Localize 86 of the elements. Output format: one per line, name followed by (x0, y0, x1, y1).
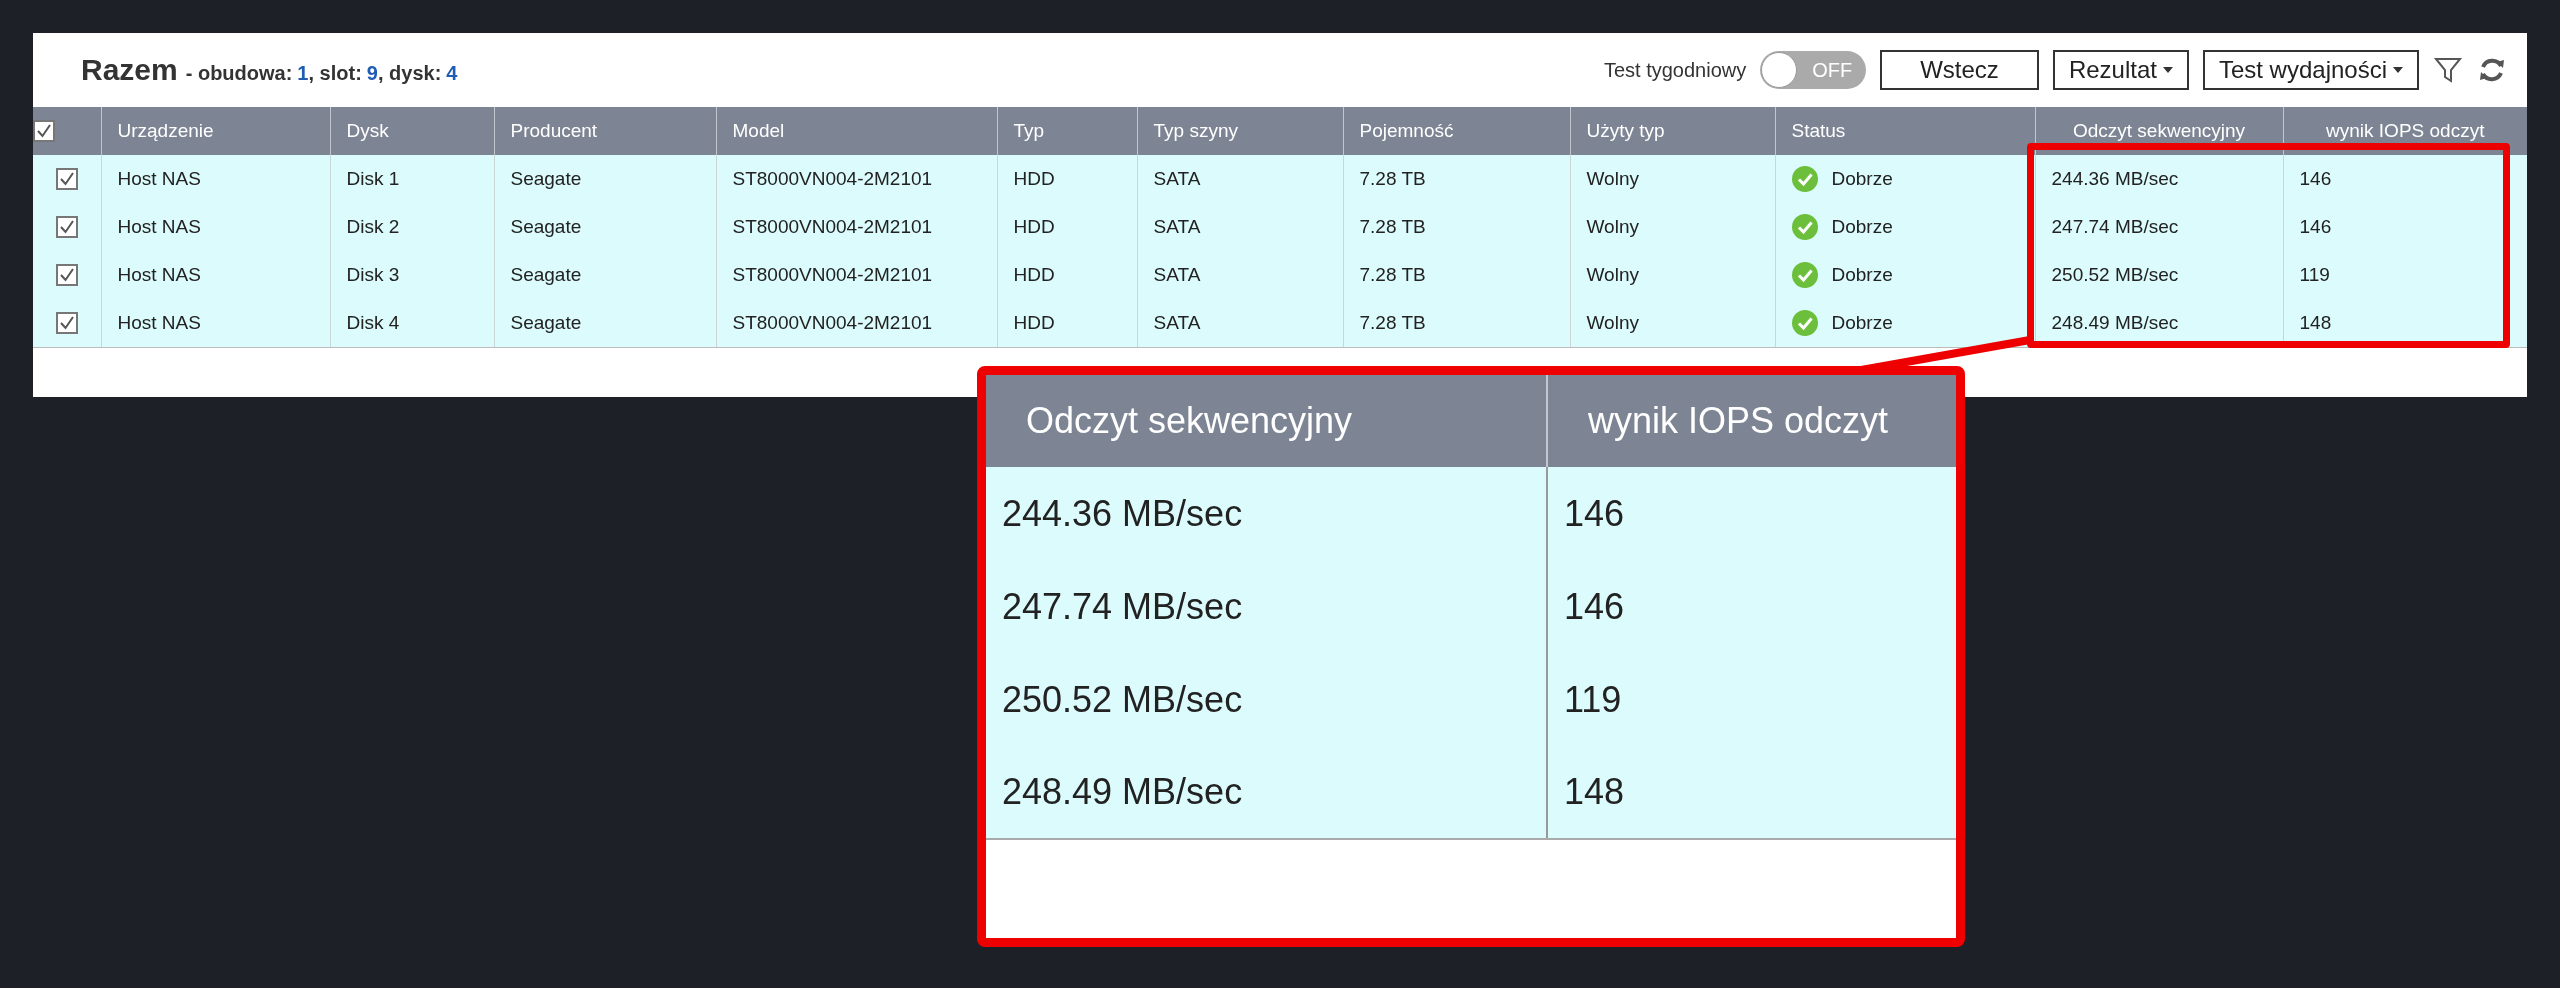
table-cell: Seagate (494, 155, 716, 203)
table-cell: Seagate (494, 251, 716, 299)
table-cell: 7.28 TB (1343, 251, 1570, 299)
table-cell: 247.74 MB/sec (2035, 203, 2283, 251)
table-cell: Disk 1 (330, 155, 494, 203)
status-text: Dobrze (1831, 168, 1893, 190)
table-cell: 250.52 MB/sec (2035, 251, 2283, 299)
table-cell: Wolny (1570, 299, 1775, 347)
table-cell: ST8000VN004-2M2101 (716, 155, 997, 203)
table-cell: 7.28 TB (1343, 299, 1570, 347)
table-cell: SATA (1137, 251, 1343, 299)
table-cell: ST8000VN004-2M2101 (716, 251, 997, 299)
table-cell: Seagate (494, 203, 716, 251)
column-header[interactable]: Typ szyny (1137, 107, 1343, 155)
column-header[interactable]: Status (1775, 107, 2035, 155)
caret-icon (2162, 67, 2173, 73)
table-cell: SATA (1137, 155, 1343, 203)
table-cell: 250.52 MB/sec (986, 653, 1547, 746)
table-cell: 7.28 TB (1343, 203, 1570, 251)
summary-label: - obudowa: (185, 62, 293, 85)
table-cell: Disk 2 (330, 203, 494, 251)
table-cell: Wolny (1570, 155, 1775, 203)
table-cell: Wolny (1570, 251, 1775, 299)
table-cell: SATA (1137, 203, 1343, 251)
table-cell: 119 (2283, 251, 2527, 299)
table-cell: HDD (997, 203, 1137, 251)
column-header[interactable]: Producent (494, 107, 716, 155)
summary-value: 4 (446, 62, 458, 85)
table-cell: 247.74 MB/sec (986, 560, 1547, 653)
toggle-label: Test tygodniowy (1603, 58, 1747, 82)
column-header: Odczyt sekwencyjny (986, 375, 1547, 467)
toggle-switch[interactable]: OFF (1760, 51, 1867, 89)
check-circle-icon (1791, 262, 1818, 288)
column-header[interactable]: Typ (997, 107, 1137, 155)
table-cell: 146 (2283, 155, 2527, 203)
check-icon (35, 122, 53, 141)
table-cell: Disk 3 (330, 251, 494, 299)
check-icon (57, 170, 76, 189)
check-circle-icon (1791, 309, 1818, 336)
check-icon (57, 266, 76, 285)
table-cell: 148 (1547, 746, 1956, 839)
table-cell: ST8000VN004-2M2101 (716, 203, 997, 251)
column-header[interactable]: Dysk (330, 107, 494, 155)
table-cell: 146 (2283, 203, 2527, 251)
status-text: Dobrze (1831, 264, 1893, 286)
checkbox[interactable] (55, 168, 78, 191)
dropdown-button[interactable]: Test wydajności (2202, 50, 2419, 90)
table-cell: HDD (997, 299, 1137, 347)
caret-icon (2393, 67, 2403, 73)
column-header[interactable]: Urządzenie (101, 107, 330, 155)
summary-label: , dysk: (377, 62, 442, 85)
column-header[interactable]: Użyty typ (1570, 107, 1775, 155)
table-cell: ST8000VN004-2M2101 (716, 299, 997, 347)
summary-value: 9 (366, 62, 378, 85)
table-cell: Wolny (1570, 203, 1775, 251)
table-cell: 248.49 MB/sec (986, 746, 1547, 839)
table-cell: SATA (1137, 299, 1343, 347)
checkbox[interactable] (55, 264, 78, 287)
table-cell: 7.28 TB (1343, 155, 1570, 203)
check-circle-icon (1791, 214, 1818, 240)
summary-value: 1 (297, 62, 309, 85)
check-circle-icon (1791, 166, 1818, 192)
table-cell: Disk 4 (330, 299, 494, 347)
checkbox[interactable] (55, 312, 78, 335)
column-header[interactable]: Pojemność (1343, 107, 1570, 155)
table-cell: HDD (997, 155, 1137, 203)
table-cell: 244.36 MB/sec (986, 467, 1547, 560)
checkbox[interactable] (55, 216, 78, 239)
column-header[interactable]: Model (716, 107, 997, 155)
status-text: Dobrze (1831, 216, 1893, 238)
summary-label: , slot: (308, 62, 362, 85)
check-icon (57, 314, 76, 333)
table-cell: Seagate (494, 299, 716, 347)
summary-title: Razem (81, 53, 178, 87)
status-text: Dobrze (1831, 311, 1893, 334)
table-cell: HDD (997, 251, 1137, 299)
dropdown-button[interactable]: Rezultat (2052, 50, 2189, 90)
table-cell: Host NAS (101, 155, 330, 203)
check-icon (57, 218, 76, 237)
filter-icon[interactable] (2433, 55, 2463, 85)
back-button[interactable]: Wstecz (1880, 50, 2039, 90)
table-cell: Host NAS (101, 251, 330, 299)
table-cell: Host NAS (101, 299, 330, 347)
table-cell: 244.36 MB/sec (2035, 155, 2283, 203)
checkbox[interactable] (33, 120, 55, 143)
table-cell: Host NAS (101, 203, 330, 251)
